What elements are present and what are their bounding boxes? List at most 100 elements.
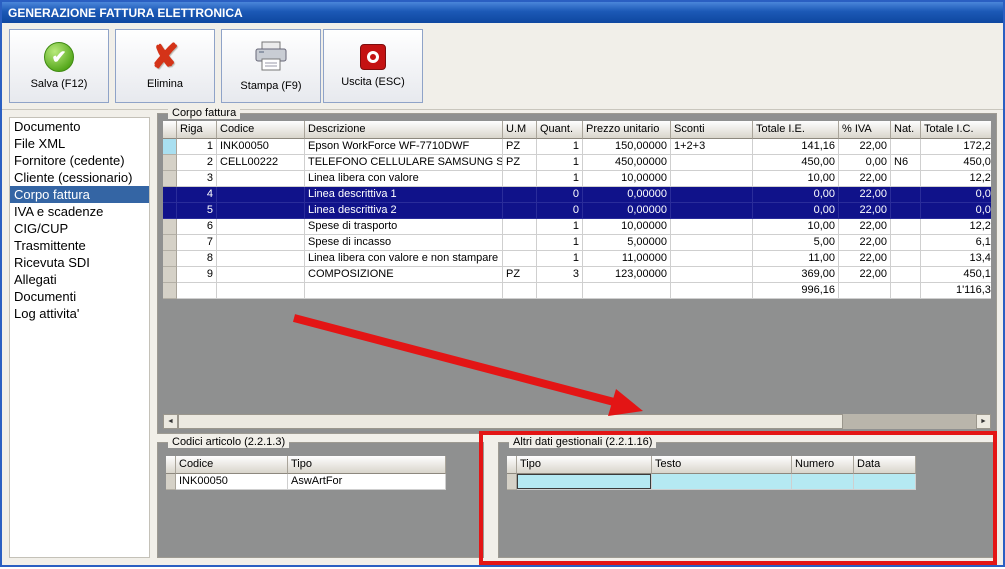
table-cell[interactable] (503, 171, 537, 187)
table-cell[interactable]: Linea libera con valore (305, 171, 503, 187)
column-header[interactable]: Tipo (288, 456, 446, 474)
table-cell[interactable]: CELL00222 (217, 155, 305, 171)
exit-button[interactable]: Uscita (ESC) (323, 29, 423, 103)
table-cell[interactable] (217, 219, 305, 235)
table-cell[interactable] (537, 283, 583, 299)
table-cell[interactable]: 11,00 (753, 251, 839, 267)
table-cell[interactable] (671, 219, 753, 235)
save-button[interactable]: ✔ Salva (F12) (9, 29, 109, 103)
table-cell[interactable]: 22,00 (839, 187, 891, 203)
table-cell[interactable]: Linea libera con valore e non stampare (305, 251, 503, 267)
table-cell[interactable]: 8 (177, 251, 217, 267)
column-header[interactable]: Tipo (517, 456, 652, 474)
table-cell[interactable]: 3 (537, 267, 583, 283)
table-cell[interactable]: 10,00 (753, 171, 839, 187)
column-header[interactable]: Codice (217, 121, 305, 139)
table-cell[interactable]: 5,00000 (583, 235, 671, 251)
table-cell[interactable]: 12,20 (921, 171, 991, 187)
column-header[interactable]: Totale I.E. (753, 121, 839, 139)
table-cell[interactable]: 0,00 (753, 187, 839, 203)
print-button[interactable]: Stampa (F9) (221, 29, 321, 103)
scroll-left-button[interactable]: ◄ (163, 414, 178, 429)
table-cell[interactable]: 5 (177, 203, 217, 219)
totals-row[interactable]: 996,16 1'116,32 (163, 283, 991, 299)
table-cell[interactable] (177, 283, 217, 299)
table-cell[interactable] (652, 474, 792, 490)
table-cell[interactable] (217, 267, 305, 283)
table-row[interactable]: INK00050AswArtFor (166, 474, 446, 490)
table-cell[interactable]: PZ (503, 155, 537, 171)
table-cell[interactable] (792, 474, 854, 490)
row-selector[interactable] (163, 283, 177, 299)
table-cell[interactable]: 1 (537, 219, 583, 235)
corpo-fattura-grid[interactable]: RigaCodiceDescrizioneU.MQuant.Prezzo uni… (163, 121, 991, 299)
table-cell[interactable]: 12,20 (921, 219, 991, 235)
table-cell[interactable]: 0,00 (753, 203, 839, 219)
horizontal-scrollbar[interactable]: ◄ ► (163, 414, 991, 429)
row-selector[interactable] (163, 171, 177, 187)
table-cell[interactable] (217, 203, 305, 219)
table-row[interactable]: 8 Linea libera con valore e non stampare 1… (163, 251, 991, 267)
table-cell[interactable]: 10,00000 (583, 171, 671, 187)
scrollbar-thumb[interactable] (178, 414, 843, 429)
column-header[interactable]: U.M (503, 121, 537, 139)
table-cell[interactable]: 13,42 (921, 251, 991, 267)
table-cell[interactable]: TELEFONO CELLULARE SAMSUNG S8 ... (305, 155, 503, 171)
table-cell[interactable]: 0,00000 (583, 203, 671, 219)
table-cell[interactable]: 7 (177, 235, 217, 251)
table-cell[interactable]: 1 (537, 235, 583, 251)
table-row[interactable]: 5Linea descrittiva 200,000000,0022,000,0… (163, 203, 991, 219)
row-selector[interactable] (163, 139, 177, 155)
column-header[interactable]: Riga (177, 121, 217, 139)
sidebar-item-log-attivita[interactable]: Log attivita' (10, 305, 149, 322)
table-cell[interactable]: Spese di trasporto (305, 219, 503, 235)
table-cell[interactable] (217, 187, 305, 203)
table-cell[interactable] (671, 187, 753, 203)
sidebar-item-documento[interactable]: Documento (10, 118, 149, 135)
table-cell[interactable]: 996,16 (753, 283, 839, 299)
table-cell[interactable]: 450,00000 (583, 155, 671, 171)
table-cell[interactable]: COMPOSIZIONE (305, 267, 503, 283)
table-cell[interactable]: 141,16 (753, 139, 839, 155)
table-cell[interactable]: INK00050 (217, 139, 305, 155)
table-cell[interactable]: 6,10 (921, 235, 991, 251)
table-cell[interactable]: PZ (503, 139, 537, 155)
row-selector[interactable] (163, 187, 177, 203)
table-cell[interactable]: 1 (537, 139, 583, 155)
sidebar-item-file-xml[interactable]: File XML (10, 135, 149, 152)
codici-articolo-table[interactable]: CodiceTipo INK00050AswArtFor (166, 456, 446, 490)
table-cell[interactable]: 1'116,32 (921, 283, 991, 299)
table-cell[interactable]: 22,00 (839, 267, 891, 283)
column-header[interactable]: Totale I.C. (921, 121, 991, 139)
column-header[interactable]: Testo (652, 456, 792, 474)
table-cell[interactable] (517, 474, 652, 490)
table-cell[interactable]: 10,00 (753, 219, 839, 235)
table-cell[interactable]: Linea descrittiva 2 (305, 203, 503, 219)
table-cell[interactable]: Spese di incasso (305, 235, 503, 251)
table-cell[interactable]: 6 (177, 219, 217, 235)
row-selector[interactable] (163, 203, 177, 219)
table-cell[interactable]: 123,00000 (583, 267, 671, 283)
sidebar-item-fornitore-cedente[interactable]: Fornitore (cedente) (10, 152, 149, 169)
table-cell[interactable]: 22,00 (839, 139, 891, 155)
table-cell[interactable] (671, 203, 753, 219)
row-selector[interactable] (163, 267, 177, 283)
column-header[interactable]: Codice (176, 456, 288, 474)
sidebar-item-cig-cup[interactable]: CIG/CUP (10, 220, 149, 237)
column-header[interactable]: Numero (792, 456, 854, 474)
table-cell[interactable]: 0 (537, 187, 583, 203)
table-cell[interactable]: 4 (177, 187, 217, 203)
table-cell[interactable] (503, 283, 537, 299)
table-cell[interactable]: 2 (177, 155, 217, 171)
table-cell[interactable]: 1 (177, 139, 217, 155)
table-cell[interactable] (217, 251, 305, 267)
table-row[interactable]: 6Spese di trasporto110,0000010,0022,0012… (163, 219, 991, 235)
table-cell[interactable]: 5,00 (753, 235, 839, 251)
table-cell[interactable] (891, 267, 921, 283)
column-header[interactable]: Data (854, 456, 916, 474)
table-cell[interactable]: 450,00 (921, 155, 991, 171)
table-cell[interactable]: 1 (537, 155, 583, 171)
table-cell[interactable]: 450,00 (753, 155, 839, 171)
table-cell[interactable] (305, 283, 503, 299)
table-row[interactable]: 3Linea libera con valore110,0000010,0022… (163, 171, 991, 187)
